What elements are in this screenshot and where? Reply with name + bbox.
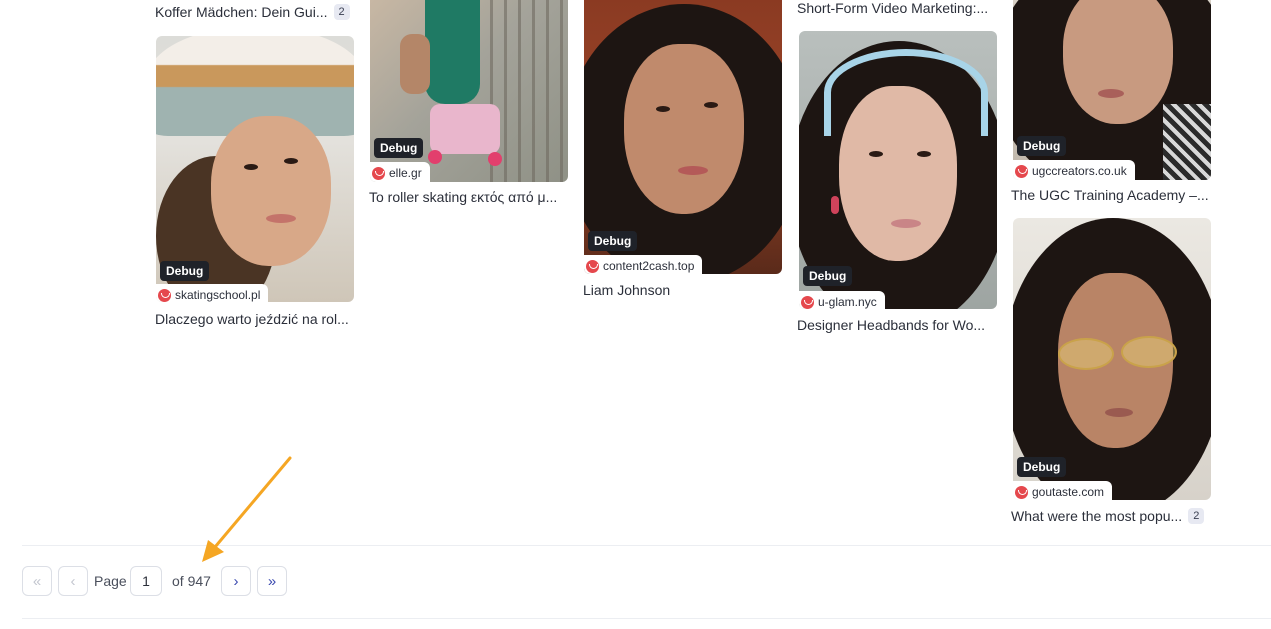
source-link[interactable]: u-glam.nyc — [799, 291, 885, 309]
card-title[interactable]: Koffer Mädchen: Dein Gui... 2 — [155, 4, 350, 20]
card-title[interactable]: The UGC Training Academy –... — [1011, 187, 1209, 203]
debug-badge: Debug — [588, 231, 638, 251]
source-favicon-icon — [801, 295, 814, 309]
source-link[interactable]: goutaste.com — [1013, 481, 1113, 500]
chevron-right-icon: › — [233, 572, 239, 590]
card-image[interactable]: Debug ugccreators.co.uk — [1013, 0, 1211, 180]
duplicate-count-badge: 2 — [333, 4, 350, 20]
double-chevron-right-icon: » — [267, 572, 277, 590]
card-title[interactable]: Liam Johnson — [583, 282, 670, 298]
first-page-button[interactable]: « — [22, 566, 52, 596]
card-image[interactable]: Debug elle.gr — [370, 0, 568, 182]
card-title[interactable]: What were the most popu... 2 — [1011, 508, 1205, 524]
card-image[interactable]: Debug content2cash.top — [584, 0, 782, 274]
card-image[interactable]: Debug u-glam.nyc — [799, 31, 997, 309]
card-image[interactable]: Debug skatingschool.pl — [156, 36, 354, 302]
debug-badge: Debug — [374, 138, 424, 158]
card-title[interactable]: Short-Form Video Marketing:... — [797, 0, 988, 16]
double-chevron-left-icon: « — [32, 572, 42, 590]
debug-badge: Debug — [1017, 136, 1067, 156]
source-link[interactable]: skatingschool.pl — [156, 284, 269, 302]
source-favicon-icon — [372, 166, 385, 180]
debug-badge: Debug — [160, 261, 210, 281]
source-favicon-icon — [1015, 485, 1028, 499]
source-favicon-icon — [586, 259, 599, 273]
page-label: Page — [94, 573, 127, 589]
card-title[interactable]: Dlaczego warto jeździć na rol... — [155, 311, 349, 327]
debug-badge: Debug — [803, 266, 853, 286]
footer-divider — [22, 618, 1271, 619]
duplicate-count-badge: 2 — [1188, 508, 1205, 524]
source-favicon-icon — [158, 288, 171, 302]
source-link[interactable]: elle.gr — [370, 162, 430, 182]
previous-page-button[interactable]: ‹ — [58, 566, 88, 596]
card-title[interactable]: Designer Headbands for Wo... — [797, 317, 985, 333]
source-favicon-icon — [1015, 164, 1028, 178]
total-pages-label: of 947 — [172, 573, 211, 589]
source-link[interactable]: ugccreators.co.uk — [1013, 160, 1135, 180]
card-image[interactable]: Debug goutaste.com — [1013, 218, 1211, 500]
debug-badge: Debug — [1017, 457, 1067, 477]
last-page-button[interactable]: » — [257, 566, 287, 596]
page-number-input[interactable] — [130, 566, 162, 596]
chevron-left-icon: ‹ — [70, 572, 76, 590]
annotation-arrow-icon — [202, 456, 292, 562]
source-link[interactable]: content2cash.top — [584, 255, 703, 274]
next-page-button[interactable]: › — [221, 566, 251, 596]
card-title[interactable]: To roller skating εκτός από μ... — [369, 189, 557, 205]
